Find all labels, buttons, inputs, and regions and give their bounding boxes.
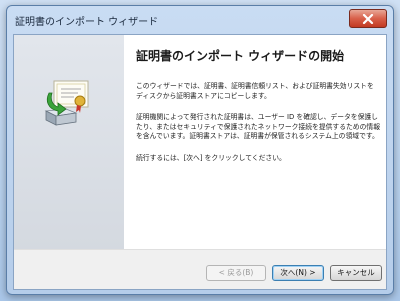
- explanation-paragraph: 証明機関によって発行された証明書は、ユーザー ID を確認し、データを保護したり…: [136, 113, 381, 140]
- title-bar[interactable]: 証明書のインポート ウィザード: [7, 6, 393, 34]
- wizard-content: 証明書のインポート ウィザードの開始 このウィザードでは、証明書、証明書信頼リス…: [13, 34, 387, 290]
- wizard-window: 証明書のインポート ウィザード 証明書のインポート ウィザードの開始 このウィザ…: [6, 5, 394, 295]
- next-button[interactable]: 次へ(N) >: [272, 265, 324, 281]
- cancel-button[interactable]: キャンセル: [330, 265, 382, 281]
- close-icon: [362, 13, 374, 24]
- continue-paragraph: 続行するには、[次へ] をクリックしてください。: [136, 153, 286, 162]
- wizard-text-area: 証明書のインポート ウィザードの開始 このウィザードでは、証明書、証明書信頼リス…: [136, 47, 380, 175]
- intro-paragraph: このウィザードでは、証明書、証明書信頼リスト、および証明書失効リストをディスクか…: [136, 82, 374, 100]
- button-bar: < 戻る(B) 次へ(N) > キャンセル: [14, 249, 386, 289]
- window-title: 証明書のインポート ウィザード: [15, 17, 159, 28]
- wizard-side-panel: [14, 35, 124, 251]
- close-button[interactable]: [349, 9, 387, 28]
- wizard-heading: 証明書のインポート ウィザードの開始: [136, 49, 345, 63]
- certificate-import-icon: [44, 80, 89, 126]
- back-button[interactable]: < 戻る(B): [206, 265, 266, 281]
